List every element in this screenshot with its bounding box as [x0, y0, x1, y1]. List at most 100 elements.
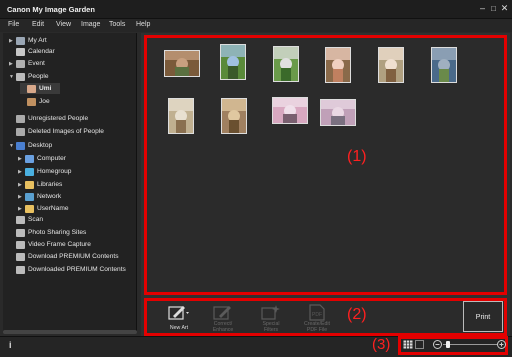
window-title: Canon My Image Garden — [7, 5, 95, 14]
new-art-button[interactable]: New Art — [159, 301, 199, 333]
detail-view-icon[interactable] — [415, 340, 424, 349]
maximize-icon[interactable]: □ — [489, 4, 498, 13]
sidebar-item-label: Video Frame Capture — [28, 241, 91, 248]
close-icon[interactable]: ✕ — [500, 4, 509, 13]
sidebar-item-event[interactable]: ▶ Event — [9, 58, 45, 69]
sidebar-item-label: My Art — [28, 37, 47, 44]
sidebar-item-joe[interactable]: Joe — [20, 96, 50, 107]
zoom-slider-track[interactable] — [443, 344, 497, 345]
sidebar-item-label: Desktop — [28, 142, 53, 149]
sidebar-item-label: Unregistered People — [28, 115, 89, 122]
network-icon — [25, 192, 34, 201]
sidebar-item-label: Downloaded PREMIUM Contents — [28, 266, 126, 273]
sidebar-item-label: Computer — [37, 155, 66, 162]
expanded-arrow-icon[interactable]: ▼ — [9, 74, 16, 80]
sidebar-item-people[interactable]: ▼ People — [9, 71, 49, 82]
create-pdf-button[interactable]: PDF Create/Edit PDF File — [297, 301, 337, 333]
minimize-icon[interactable]: – — [478, 4, 487, 13]
homegroup-icon — [25, 167, 34, 176]
photo-thumbnail[interactable] — [325, 47, 351, 83]
user-folder-icon — [25, 204, 34, 213]
photo-image — [321, 100, 355, 125]
photo-image — [169, 99, 193, 133]
zoom-slider-thumb[interactable] — [446, 341, 451, 348]
sidebar-item-photo-sharing-sites[interactable]: Photo Sharing Sites — [9, 227, 86, 238]
sidebar-item-label: Network — [37, 193, 62, 200]
menu-edit[interactable]: Edit — [32, 21, 44, 28]
menu-tools[interactable]: Tools — [109, 21, 125, 28]
menu-help[interactable]: Help — [136, 21, 150, 28]
correct-enhance-label-2: Enhance — [212, 327, 234, 333]
photo-sharing-icon — [16, 228, 25, 237]
new-art-label: New Art — [169, 325, 189, 331]
photo-thumbnail[interactable] — [378, 47, 404, 83]
sidebar-item-computer[interactable]: ▶ Computer — [18, 153, 66, 164]
grid-view-icon[interactable] — [403, 340, 413, 349]
collapsed-arrow-icon[interactable]: ▶ — [9, 61, 16, 67]
collapsed-arrow-icon[interactable]: ▶ — [18, 206, 25, 212]
sidebar-item-my-art[interactable]: ▶ My Art — [9, 35, 47, 46]
region-label-3: (3) — [372, 336, 391, 353]
zoom-out-icon[interactable] — [433, 340, 442, 349]
print-button[interactable]: Print — [463, 301, 503, 332]
photo-image — [273, 98, 307, 123]
special-filters-button[interactable]: Special Filters — [251, 301, 291, 333]
photo-thumbnail[interactable] — [221, 98, 247, 134]
info-icon[interactable]: i — [9, 340, 13, 350]
svg-text:PDF: PDF — [312, 312, 322, 318]
sidebar-item-label: People — [28, 73, 49, 80]
sidebar-item-umi[interactable]: Umi — [20, 83, 60, 94]
zoom-in-icon[interactable] — [497, 340, 506, 349]
collapsed-arrow-icon[interactable]: ▶ — [18, 194, 25, 200]
photo-thumbnail[interactable] — [220, 44, 246, 80]
menu-file[interactable]: File — [8, 21, 19, 28]
photo-thumbnail[interactable] — [273, 46, 299, 82]
photo-image — [432, 48, 456, 82]
collapsed-arrow-icon[interactable]: ▶ — [9, 38, 16, 44]
sidebar-item-deleted-images-of-people[interactable]: Deleted Images of People — [9, 126, 104, 137]
collapsed-arrow-icon[interactable]: ▶ — [18, 156, 25, 162]
sidebar-item-label: Joe — [39, 98, 50, 105]
sidebar-item-label: Libraries — [37, 181, 63, 188]
menu-view[interactable]: View — [56, 21, 71, 28]
sidebar-item-desktop[interactable]: ▼ Desktop — [9, 140, 52, 151]
sidebar-item-label: UserName — [37, 205, 69, 212]
photo-thumbnail[interactable] — [168, 98, 194, 134]
sidebar-scrollbar[interactable] — [3, 330, 137, 334]
sidebar-item-homegroup[interactable]: ▶ Homegroup — [18, 166, 71, 177]
photo-image — [222, 99, 246, 133]
sidebar-item-download-premium-contents[interactable]: Download PREMIUM Contents — [9, 251, 119, 262]
menu-image[interactable]: Image — [81, 21, 100, 28]
event-icon — [16, 59, 25, 68]
sidebar-item-network[interactable]: ▶ Network — [18, 191, 61, 202]
photo-thumbnail[interactable] — [320, 99, 356, 126]
new-art-icon — [168, 306, 189, 320]
sidebar-item-video-frame-capture[interactable]: Video Frame Capture — [9, 239, 91, 250]
sidebar-item-scan[interactable]: Scan — [9, 214, 43, 225]
sidebar-item-downloaded-premium-contents[interactable]: Downloaded PREMIUM Contents — [9, 264, 126, 275]
region-label-2: (2) — [347, 306, 367, 323]
special-filters-label-2: Filters — [263, 327, 279, 333]
libraries-icon — [25, 180, 34, 189]
correct-enhance-button[interactable]: Correct/ Enhance — [203, 301, 243, 333]
title-bar: Canon My Image Garden – □ ✕ — [0, 0, 512, 19]
sidebar-item-calendar[interactable]: Calendar — [9, 46, 55, 57]
sidebar-item-username[interactable]: ▶ UserName — [18, 203, 69, 214]
photo-image — [165, 51, 199, 76]
photo-thumbnail[interactable] — [431, 47, 457, 83]
menu-bar: File Edit View Image Tools Help — [0, 19, 512, 32]
sidebar-item-unregistered-people[interactable]: Unregistered People — [9, 113, 88, 124]
unregistered-people-icon — [16, 114, 25, 123]
photo-thumbnail[interactable] — [272, 97, 308, 124]
expanded-arrow-icon[interactable]: ▼ — [9, 143, 16, 149]
sidebar-item-libraries[interactable]: ▶ Libraries — [18, 179, 62, 190]
downloaded-premium-icon — [16, 265, 25, 274]
sidebar-item-label: Umi — [39, 85, 52, 92]
people-icon — [16, 72, 25, 81]
sidebar-item-label: Homegroup — [37, 168, 72, 175]
photo-thumbnail[interactable] — [164, 50, 200, 77]
photo-image — [326, 48, 350, 82]
collapsed-arrow-icon[interactable]: ▶ — [18, 182, 25, 188]
download-premium-icon — [16, 252, 25, 261]
collapsed-arrow-icon[interactable]: ▶ — [18, 169, 25, 175]
